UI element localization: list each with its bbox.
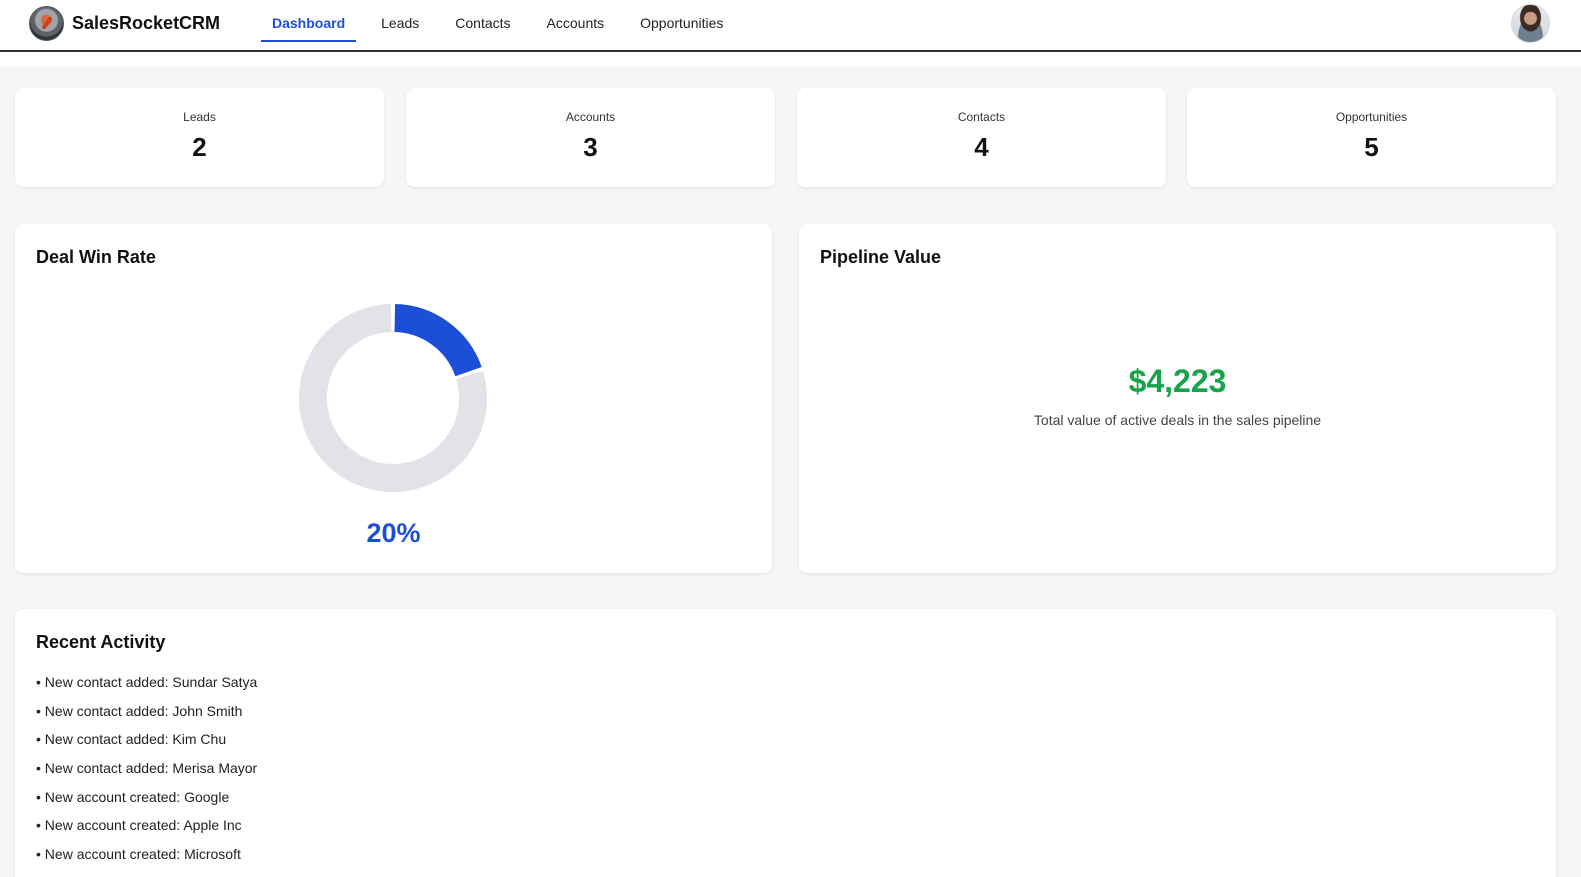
pipeline-title: Pipeline Value [820, 247, 942, 267]
nav-contacts[interactable]: Contacts [444, 0, 521, 42]
stat-label: Opportunities [1335, 110, 1408, 124]
nav-opportunities[interactable]: Opportunities [629, 0, 734, 42]
win-rate-donut-chart [299, 304, 487, 492]
stat-card-leads: Leads 2 [15, 88, 384, 187]
recent-activity-card: Recent Activity • New contact added: Sun… [15, 609, 1556, 877]
win-rate-title: Deal Win Rate [36, 247, 156, 267]
stat-card-accounts: Accounts 3 [406, 88, 775, 187]
recent-activity-title: Recent Activity [36, 632, 166, 652]
user-avatar-icon[interactable] [1511, 4, 1550, 43]
stat-value: 3 [583, 132, 598, 162]
header-spacer [0, 52, 1581, 66]
pipeline-description: Total value of active deals in the sales… [1033, 412, 1322, 428]
stat-card-opportunities: Opportunities 5 [1187, 88, 1556, 187]
stat-value: 5 [1364, 132, 1379, 162]
stat-card-contacts: Contacts 4 [797, 88, 1166, 187]
pipeline-card: Pipeline Value $4,223 Total value of act… [799, 224, 1556, 573]
activity-item: • New contact added: Kim Chu [36, 731, 227, 748]
stat-label: Contacts [957, 110, 1006, 124]
main-nav: Dashboard Leads Contacts Accounts Opport… [261, 0, 748, 50]
nav-leads[interactable]: Leads [370, 0, 430, 42]
top-navbar: SalesRocketCRM Dashboard Leads Contacts … [0, 0, 1581, 52]
activity-item: • New contact added: Merisa Mayor [36, 760, 258, 777]
app-name: SalesRocketCRM [72, 13, 221, 33]
donut-won-segment [393, 304, 482, 377]
activity-item: • New account created: Google [36, 788, 230, 805]
stat-label: Accounts [565, 110, 616, 124]
activity-item: • New contact added: John Smith [36, 702, 243, 719]
pipeline-value: $4,223 [1128, 363, 1227, 399]
nav-accounts[interactable]: Accounts [536, 0, 616, 42]
activity-item: • New account created: Apple Inc [36, 817, 242, 834]
win-rate-value: 20% [366, 518, 421, 548]
stat-value: 4 [974, 132, 989, 162]
activity-item: • New contact added: Sundar Satya [36, 674, 258, 690]
activity-item: • New account created: Microsoft [36, 846, 241, 863]
stat-value: 2 [192, 132, 207, 162]
activity-list: • New contact added: Sundar Satya • New … [36, 672, 257, 873]
rocket-logo-icon [29, 6, 64, 41]
stat-label: Leads [183, 110, 216, 124]
brand[interactable]: SalesRocketCRM [29, 6, 220, 41]
nav-dashboard[interactable]: Dashboard [261, 0, 357, 42]
win-rate-card: Deal Win Rate 20% [15, 224, 772, 573]
